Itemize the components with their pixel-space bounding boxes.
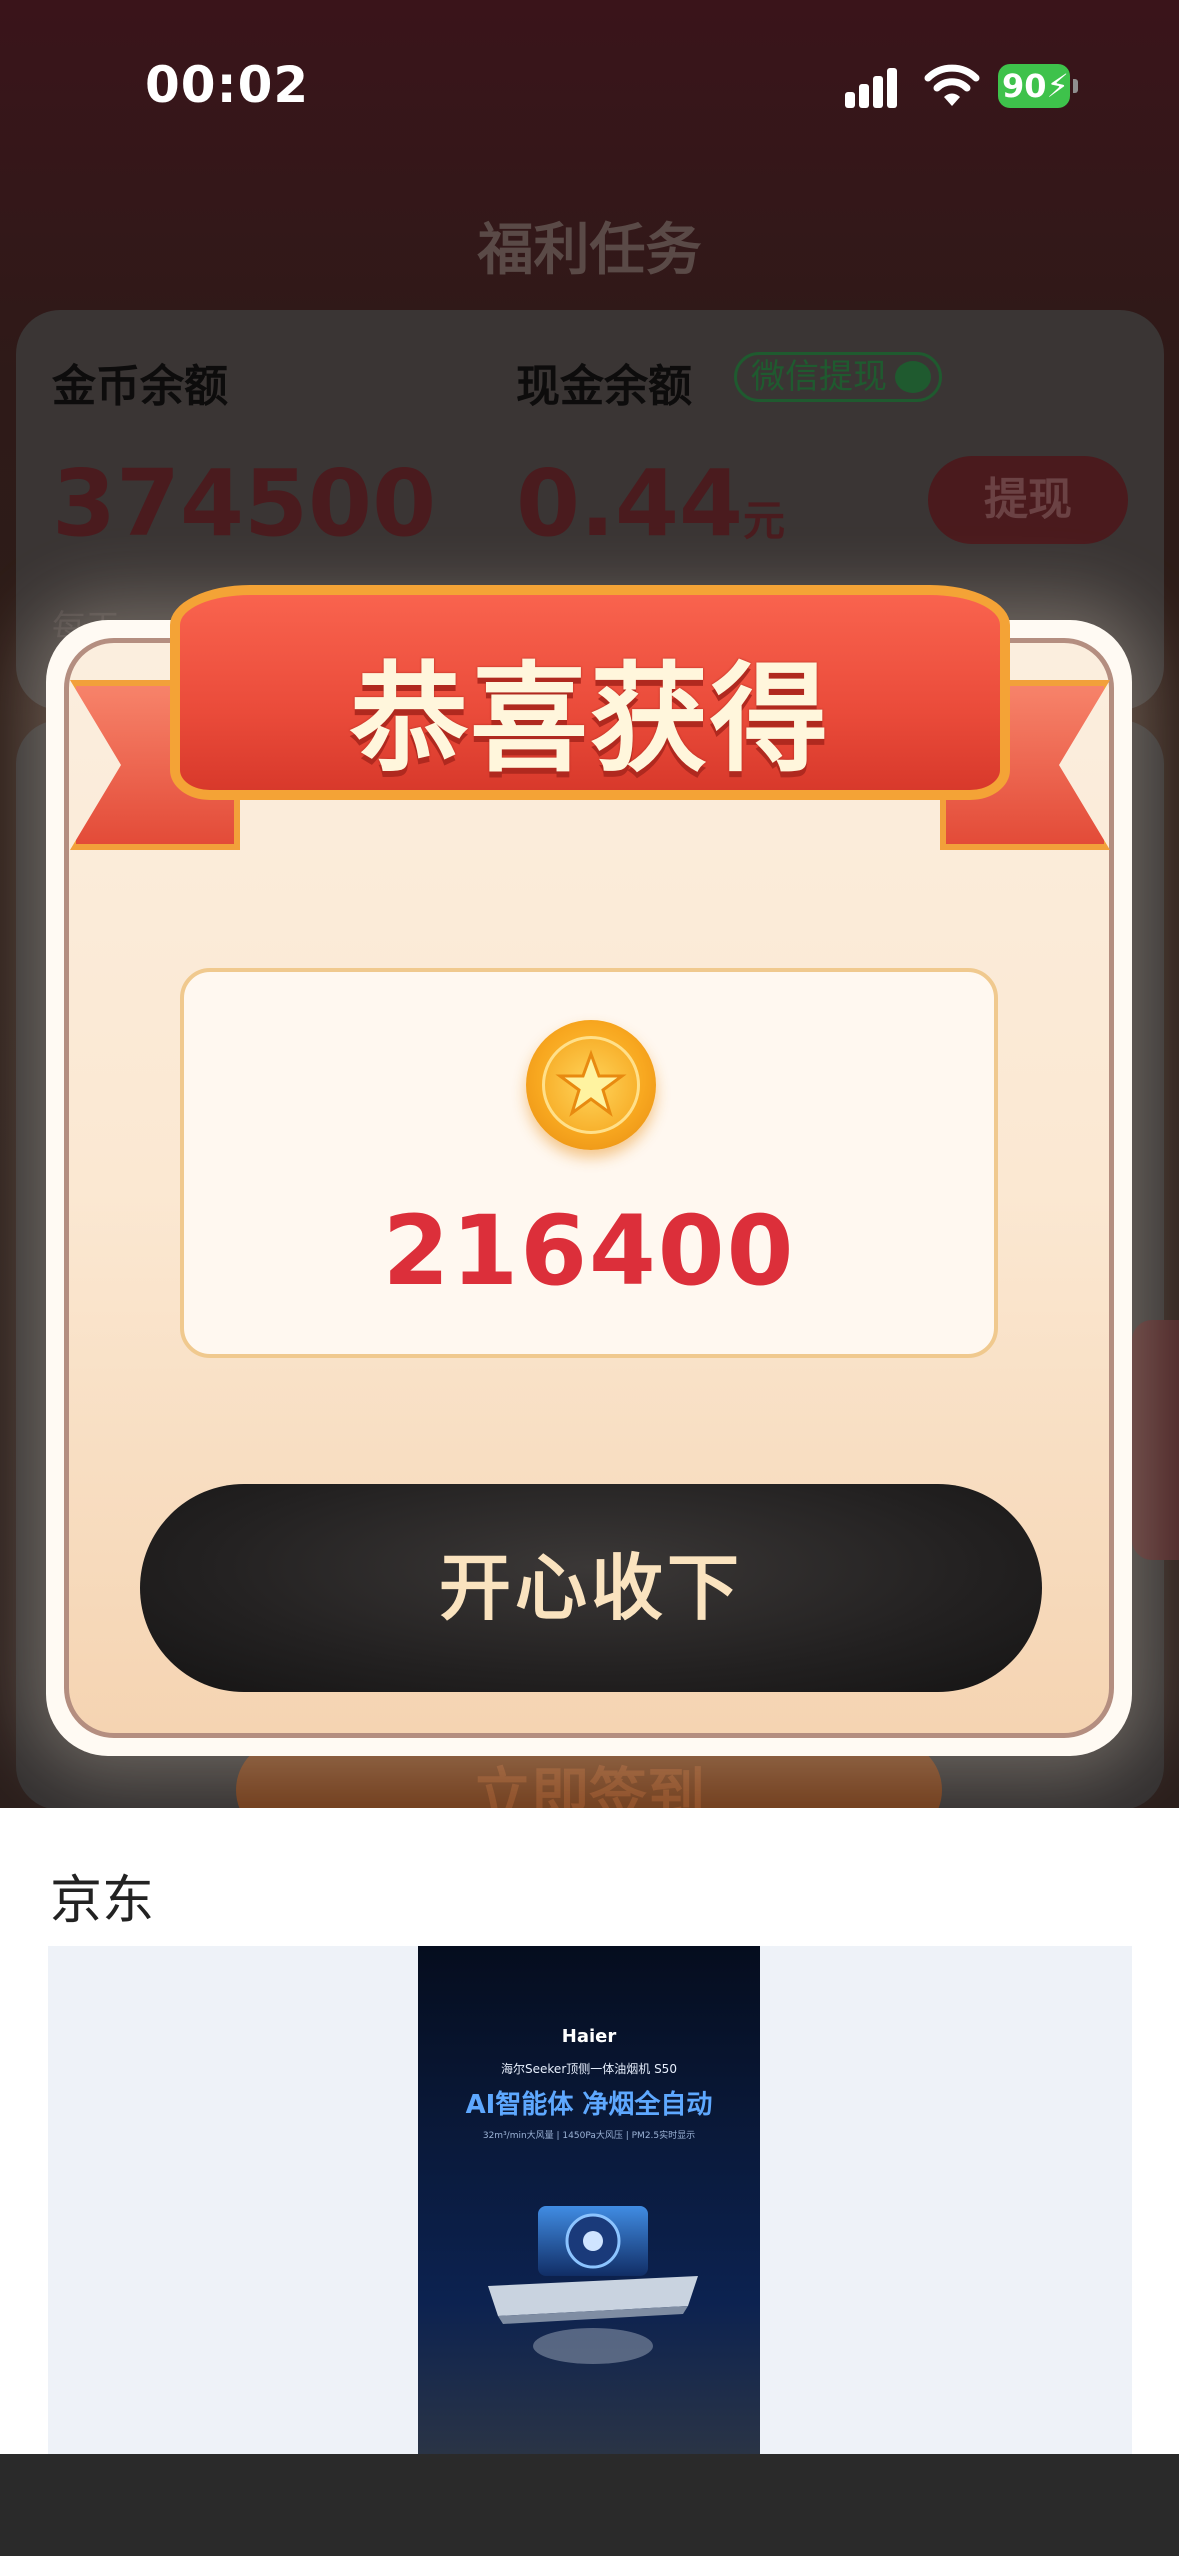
status-bar: 00:02 90⚡ <box>0 0 1179 170</box>
battery-level: 90 <box>1002 67 1047 105</box>
ad-poster[interactable]: Haier 海尔Seeker顶侧一体油烟机 S50 AI智能体 净烟全自动 32… <box>418 1946 760 2454</box>
accept-button[interactable]: 开心收下 <box>140 1484 1042 1692</box>
wifi-icon <box>924 62 980 108</box>
wechat-withdraw-label: 微信提现 <box>751 357 887 397</box>
screen: 00:02 90⚡ 福利任务 金币余额 现金余额 微信提现 374500 0.4… <box>0 0 1179 2556</box>
cash-unit: 元 <box>743 496 786 545</box>
ad-area: 京东 Haier 海尔Seeker顶侧一体油烟机 S50 AI智能体 净烟全自动… <box>0 1808 1179 2454</box>
gold-star-coin-icon <box>526 1020 656 1150</box>
cellular-signal-icon <box>845 66 905 108</box>
battery-indicator: 90⚡ <box>998 64 1078 108</box>
wechat-withdraw-badge[interactable]: 微信提现 <box>734 352 942 402</box>
status-time: 00:02 <box>145 56 310 114</box>
page-title: 福利任务 <box>477 218 702 283</box>
range-hood-image <box>488 2206 698 2364</box>
side-floating-widget[interactable] <box>1132 1320 1179 1560</box>
wechat-icon <box>895 361 931 393</box>
cash-balance-value: 0.44元 <box>516 450 785 557</box>
coin-balance-label: 金币余额 <box>52 361 228 412</box>
ad-product-name: 海尔Seeker顶侧一体油烟机 S50 <box>501 2062 677 2076</box>
bottom-bar <box>0 2454 1179 2556</box>
ad-specs: 32m³/min大风量 | 1450Pa大风压 | PM2.5实时显示 <box>482 2131 696 2141</box>
reward-amount: 216400 <box>382 1195 796 1307</box>
withdraw-button[interactable]: 提现 <box>928 456 1128 544</box>
title-ribbon: 恭喜获得 <box>170 585 1010 800</box>
cash-balance-label: 现金余额 <box>516 361 692 412</box>
ad-brand-logo: Haier <box>561 2026 617 2047</box>
ad-banner[interactable]: Haier 海尔Seeker顶侧一体油烟机 S50 AI智能体 净烟全自动 32… <box>48 1946 1132 2454</box>
coin-balance-value: 374500 <box>52 450 437 557</box>
modal-title: 恭喜获得 <box>349 650 830 788</box>
ad-headline: AI智能体 净烟全自动 <box>465 2090 713 2120</box>
cash-amount: 0.44 <box>516 450 743 557</box>
ad-source-label: 京东 <box>50 1871 155 1931</box>
charging-bolt-icon: ⚡ <box>1046 67 1069 105</box>
